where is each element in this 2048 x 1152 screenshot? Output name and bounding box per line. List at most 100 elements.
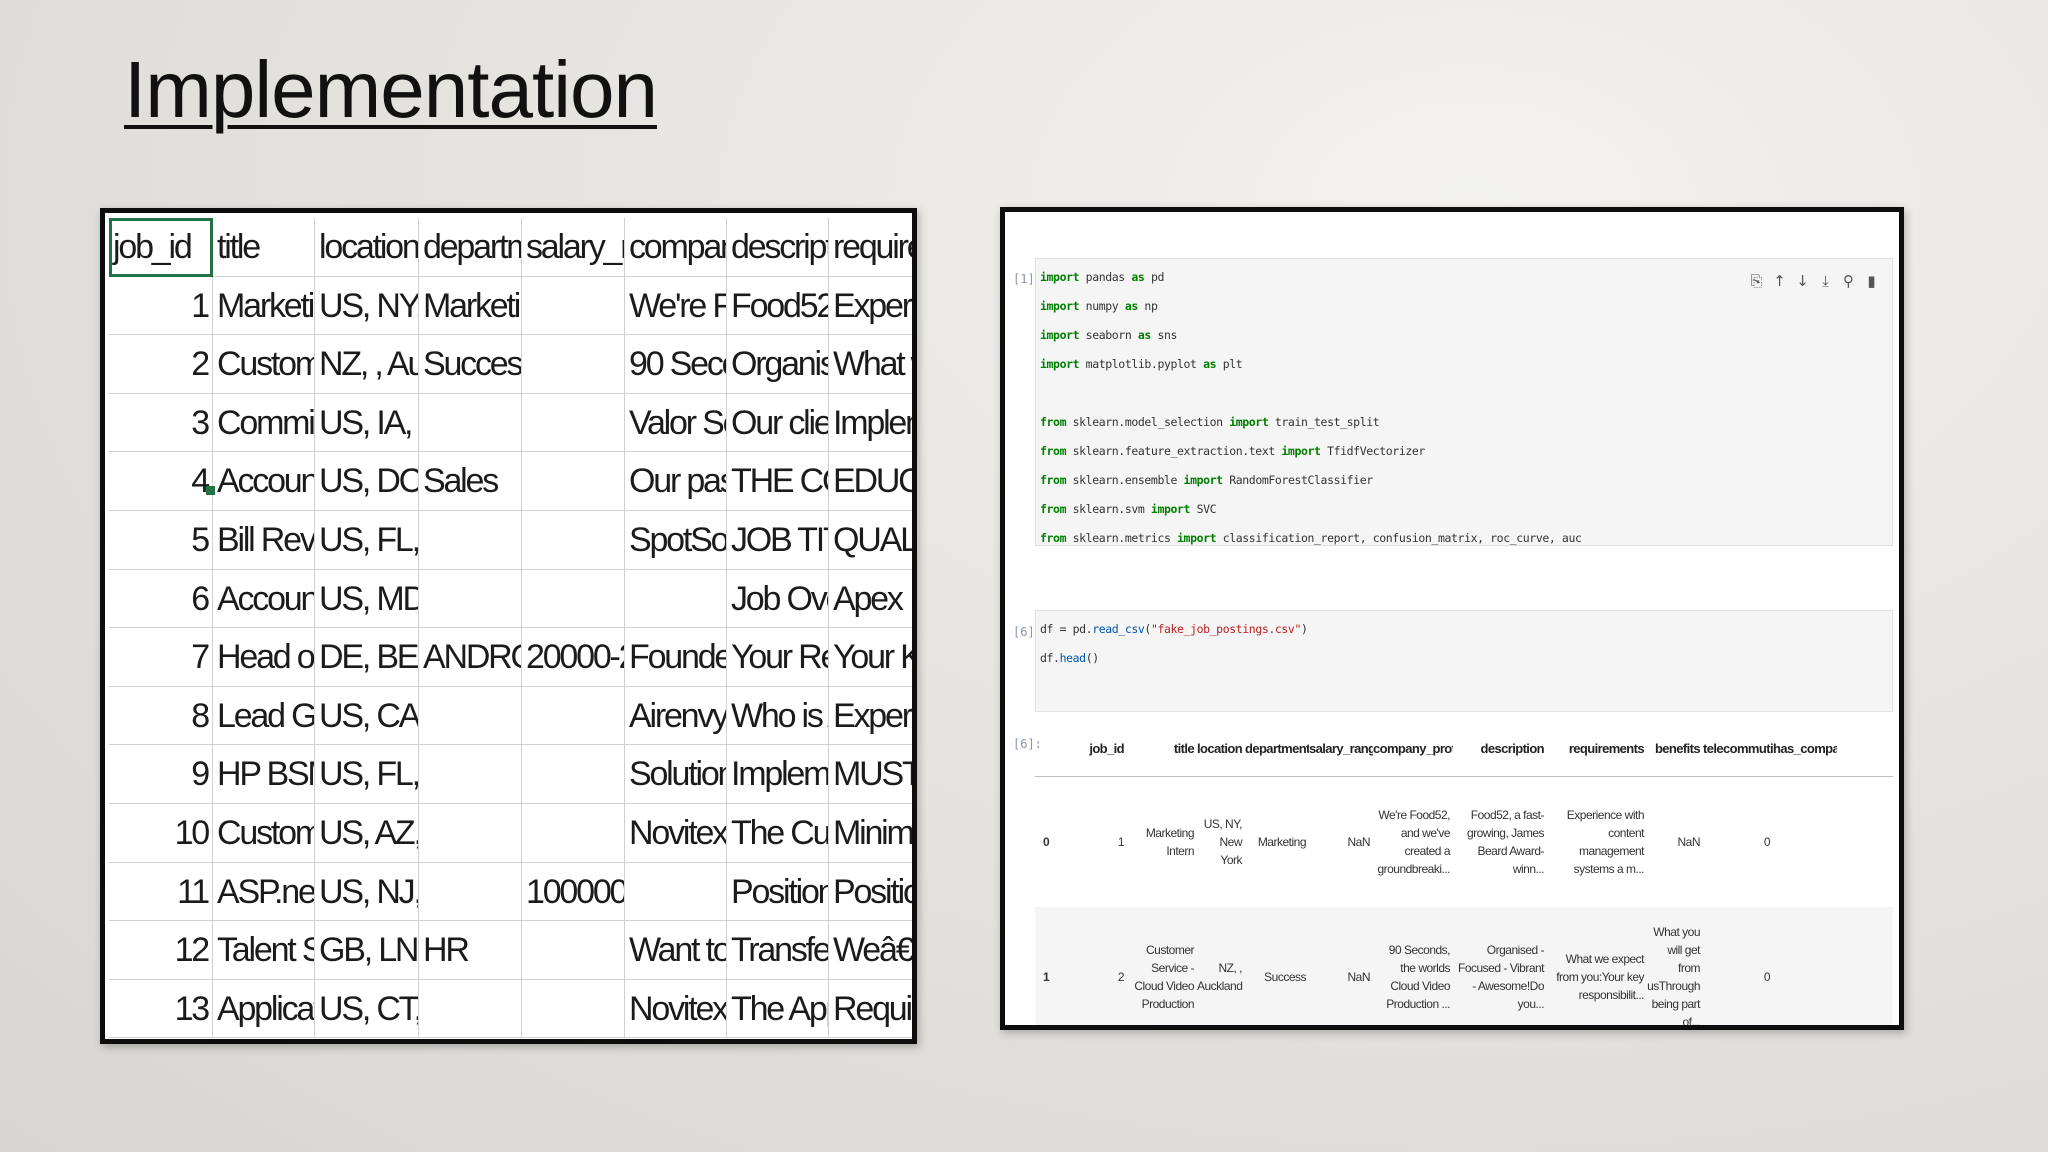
sheet-cell[interactable]: 1	[109, 276, 213, 336]
sheet-cell[interactable]: US, NY, Ne	[315, 276, 419, 336]
sheet-cell[interactable]: THE COMF	[727, 452, 829, 511]
move-down-icon[interactable]: ↓	[1794, 273, 1811, 290]
sheet-cell[interactable]: 2	[109, 335, 213, 394]
sheet-cell[interactable]: 3	[109, 393, 213, 453]
sheet-cell[interactable]: DE, BE, Be	[315, 628, 419, 687]
sheet-cell[interactable]: US, CT, Stamford	[315, 979, 419, 1039]
sheet-cell[interactable]: 100000-120000	[522, 862, 625, 922]
sheet-cell[interactable]: Applicatic	[213, 979, 315, 1039]
move-up-icon[interactable]: ↑	[1771, 273, 1788, 290]
sheet-cell[interactable]: Solutions3	[625, 745, 727, 804]
sheet-cell[interactable]: Novitex E	[625, 803, 727, 863]
sheet-cell[interactable]: Experie	[829, 687, 912, 746]
sheet-cell[interactable]: 7	[109, 628, 213, 687]
sheet-cell[interactable]	[419, 510, 522, 570]
import-code-cell[interactable]: import pandas as pd import numpy as np imp…	[1035, 258, 1893, 546]
sheet-cell[interactable]	[522, 745, 625, 804]
sheet-cell[interactable]: Job Overview	[727, 569, 829, 629]
sheet-cell[interactable]: GB, LND, L	[315, 921, 419, 980]
sheet-cell[interactable]: Account E	[213, 452, 315, 511]
sheet-cell[interactable]: Minimu	[829, 804, 912, 863]
sheet-cell[interactable]: US, NJ, Jersey City	[315, 862, 419, 922]
sheet-cell[interactable]: Founded i	[625, 628, 727, 687]
sheet-cell[interactable]: Your Resp	[727, 628, 829, 687]
sheet-cell[interactable]: Weâ€™	[829, 921, 912, 980]
sheet-cell[interactable]: Valor Serv	[625, 393, 727, 453]
sheet-cell[interactable]	[522, 335, 625, 394]
sheet-cell[interactable]: Want to b	[625, 921, 727, 980]
column-header-cell[interactable]: salary_ran	[522, 218, 625, 277]
sheet-cell[interactable]: Accountin	[213, 569, 315, 629]
sheet-cell[interactable]: US, CA, San Francisco	[315, 686, 419, 746]
column-header-cell[interactable]: title	[213, 218, 315, 277]
sheet-cell[interactable]: 8	[109, 686, 213, 746]
sheet-cell[interactable]: Experie	[829, 277, 912, 336]
sheet-cell[interactable]	[419, 979, 522, 1039]
sheet-cell[interactable]: NZ, , Auck	[315, 335, 419, 394]
sheet-cell[interactable]: EDUCAT	[829, 452, 912, 511]
sheet-cell[interactable]: Positio	[829, 863, 912, 922]
sheet-cell[interactable]	[419, 745, 522, 804]
insert-below-icon[interactable]: ⤓	[1817, 273, 1834, 290]
sheet-cell[interactable]	[419, 569, 522, 629]
sheet-cell[interactable]: Who is Air	[727, 686, 829, 746]
sheet-cell[interactable]	[522, 393, 625, 453]
sheet-cell[interactable]: TransferW	[727, 921, 829, 980]
sheet-cell[interactable]: Our client	[727, 393, 829, 453]
sheet-cell[interactable]: Commissi	[213, 393, 315, 453]
sheet-cell[interactable]	[419, 393, 522, 453]
sheet-cell[interactable]: Customer	[213, 803, 315, 863]
sheet-cell[interactable]: Implem	[829, 394, 912, 453]
sheet-cell[interactable]	[419, 862, 522, 922]
sheet-cell[interactable]	[522, 276, 625, 336]
sheet-cell[interactable]: SpotSourc	[625, 510, 727, 570]
sheet-cell[interactable]: MUST B	[829, 745, 912, 804]
sheet-cell[interactable]: QUALIF	[829, 511, 912, 570]
sheet-cell[interactable]: ASP.net D	[213, 862, 315, 922]
sheet-cell[interactable]: What w	[829, 335, 912, 394]
column-header-cell[interactable]: job_id	[109, 218, 213, 277]
column-header-cell[interactable]: descriptio	[727, 218, 829, 277]
format-icon[interactable]: ⚲	[1840, 273, 1857, 290]
sheet-cell[interactable]: US, MD,	[315, 569, 419, 629]
sheet-cell[interactable]	[522, 803, 625, 863]
sheet-cell[interactable]: 20000-280	[522, 628, 625, 687]
sheet-cell[interactable]: Apex	[829, 570, 912, 629]
sheet-cell[interactable]: Airenvyâ€	[625, 686, 727, 746]
sheet-cell[interactable]: Implemen	[727, 745, 829, 804]
sheet-cell[interactable]: 13	[109, 979, 213, 1039]
sheet-cell[interactable]: Lead Gues	[213, 686, 315, 746]
sheet-cell[interactable]: US, AZ, Phoenix	[315, 803, 419, 863]
sheet-cell[interactable]: 12	[109, 921, 213, 980]
sheet-cell[interactable]	[522, 686, 625, 746]
sheet-cell[interactable]: HR	[419, 921, 522, 980]
copy-icon[interactable]: ⎘	[1748, 273, 1765, 290]
sheet-cell[interactable]	[522, 921, 625, 980]
column-header-cell[interactable]: require	[829, 218, 912, 277]
sheet-cell[interactable]: Talent Sou	[213, 921, 315, 980]
sheet-cell[interactable]: Our passic	[625, 452, 727, 511]
sheet-cell[interactable]: Bill Revie	[213, 510, 315, 570]
sheet-cell[interactable]: ANDROIDI	[419, 628, 522, 687]
sheet-cell[interactable]: 9	[109, 745, 213, 804]
sheet-cell[interactable]: We're Foc	[625, 276, 727, 336]
sheet-cell[interactable]: Sales	[419, 452, 522, 511]
sheet-cell[interactable]	[419, 686, 522, 746]
sheet-cell[interactable]: The Custo	[727, 803, 829, 863]
sheet-cell[interactable]	[625, 862, 727, 922]
sheet-cell[interactable]: 6	[109, 569, 213, 629]
sheet-cell[interactable]: Position :	[727, 862, 829, 922]
sheet-cell[interactable]	[522, 569, 625, 629]
sheet-cell[interactable]: 90 Second	[625, 335, 727, 394]
sheet-cell[interactable]: US, IA, Wever	[315, 393, 419, 453]
sheet-cell[interactable]: US, DC, W	[315, 452, 419, 511]
sheet-cell[interactable]	[522, 510, 625, 570]
read-csv-code-cell[interactable]: df = pd.read_csv("fake_job_postings.csv"…	[1035, 610, 1893, 712]
sheet-cell[interactable]: 11	[109, 862, 213, 922]
sheet-cell[interactable]: The Appli	[727, 979, 829, 1039]
sheet-cell[interactable]	[419, 803, 522, 863]
column-header-cell[interactable]: company_	[625, 218, 727, 277]
column-header-cell[interactable]: departme	[419, 218, 522, 277]
sheet-cell[interactable]: Food52, a	[727, 276, 829, 336]
column-header-cell[interactable]: location	[315, 218, 419, 277]
